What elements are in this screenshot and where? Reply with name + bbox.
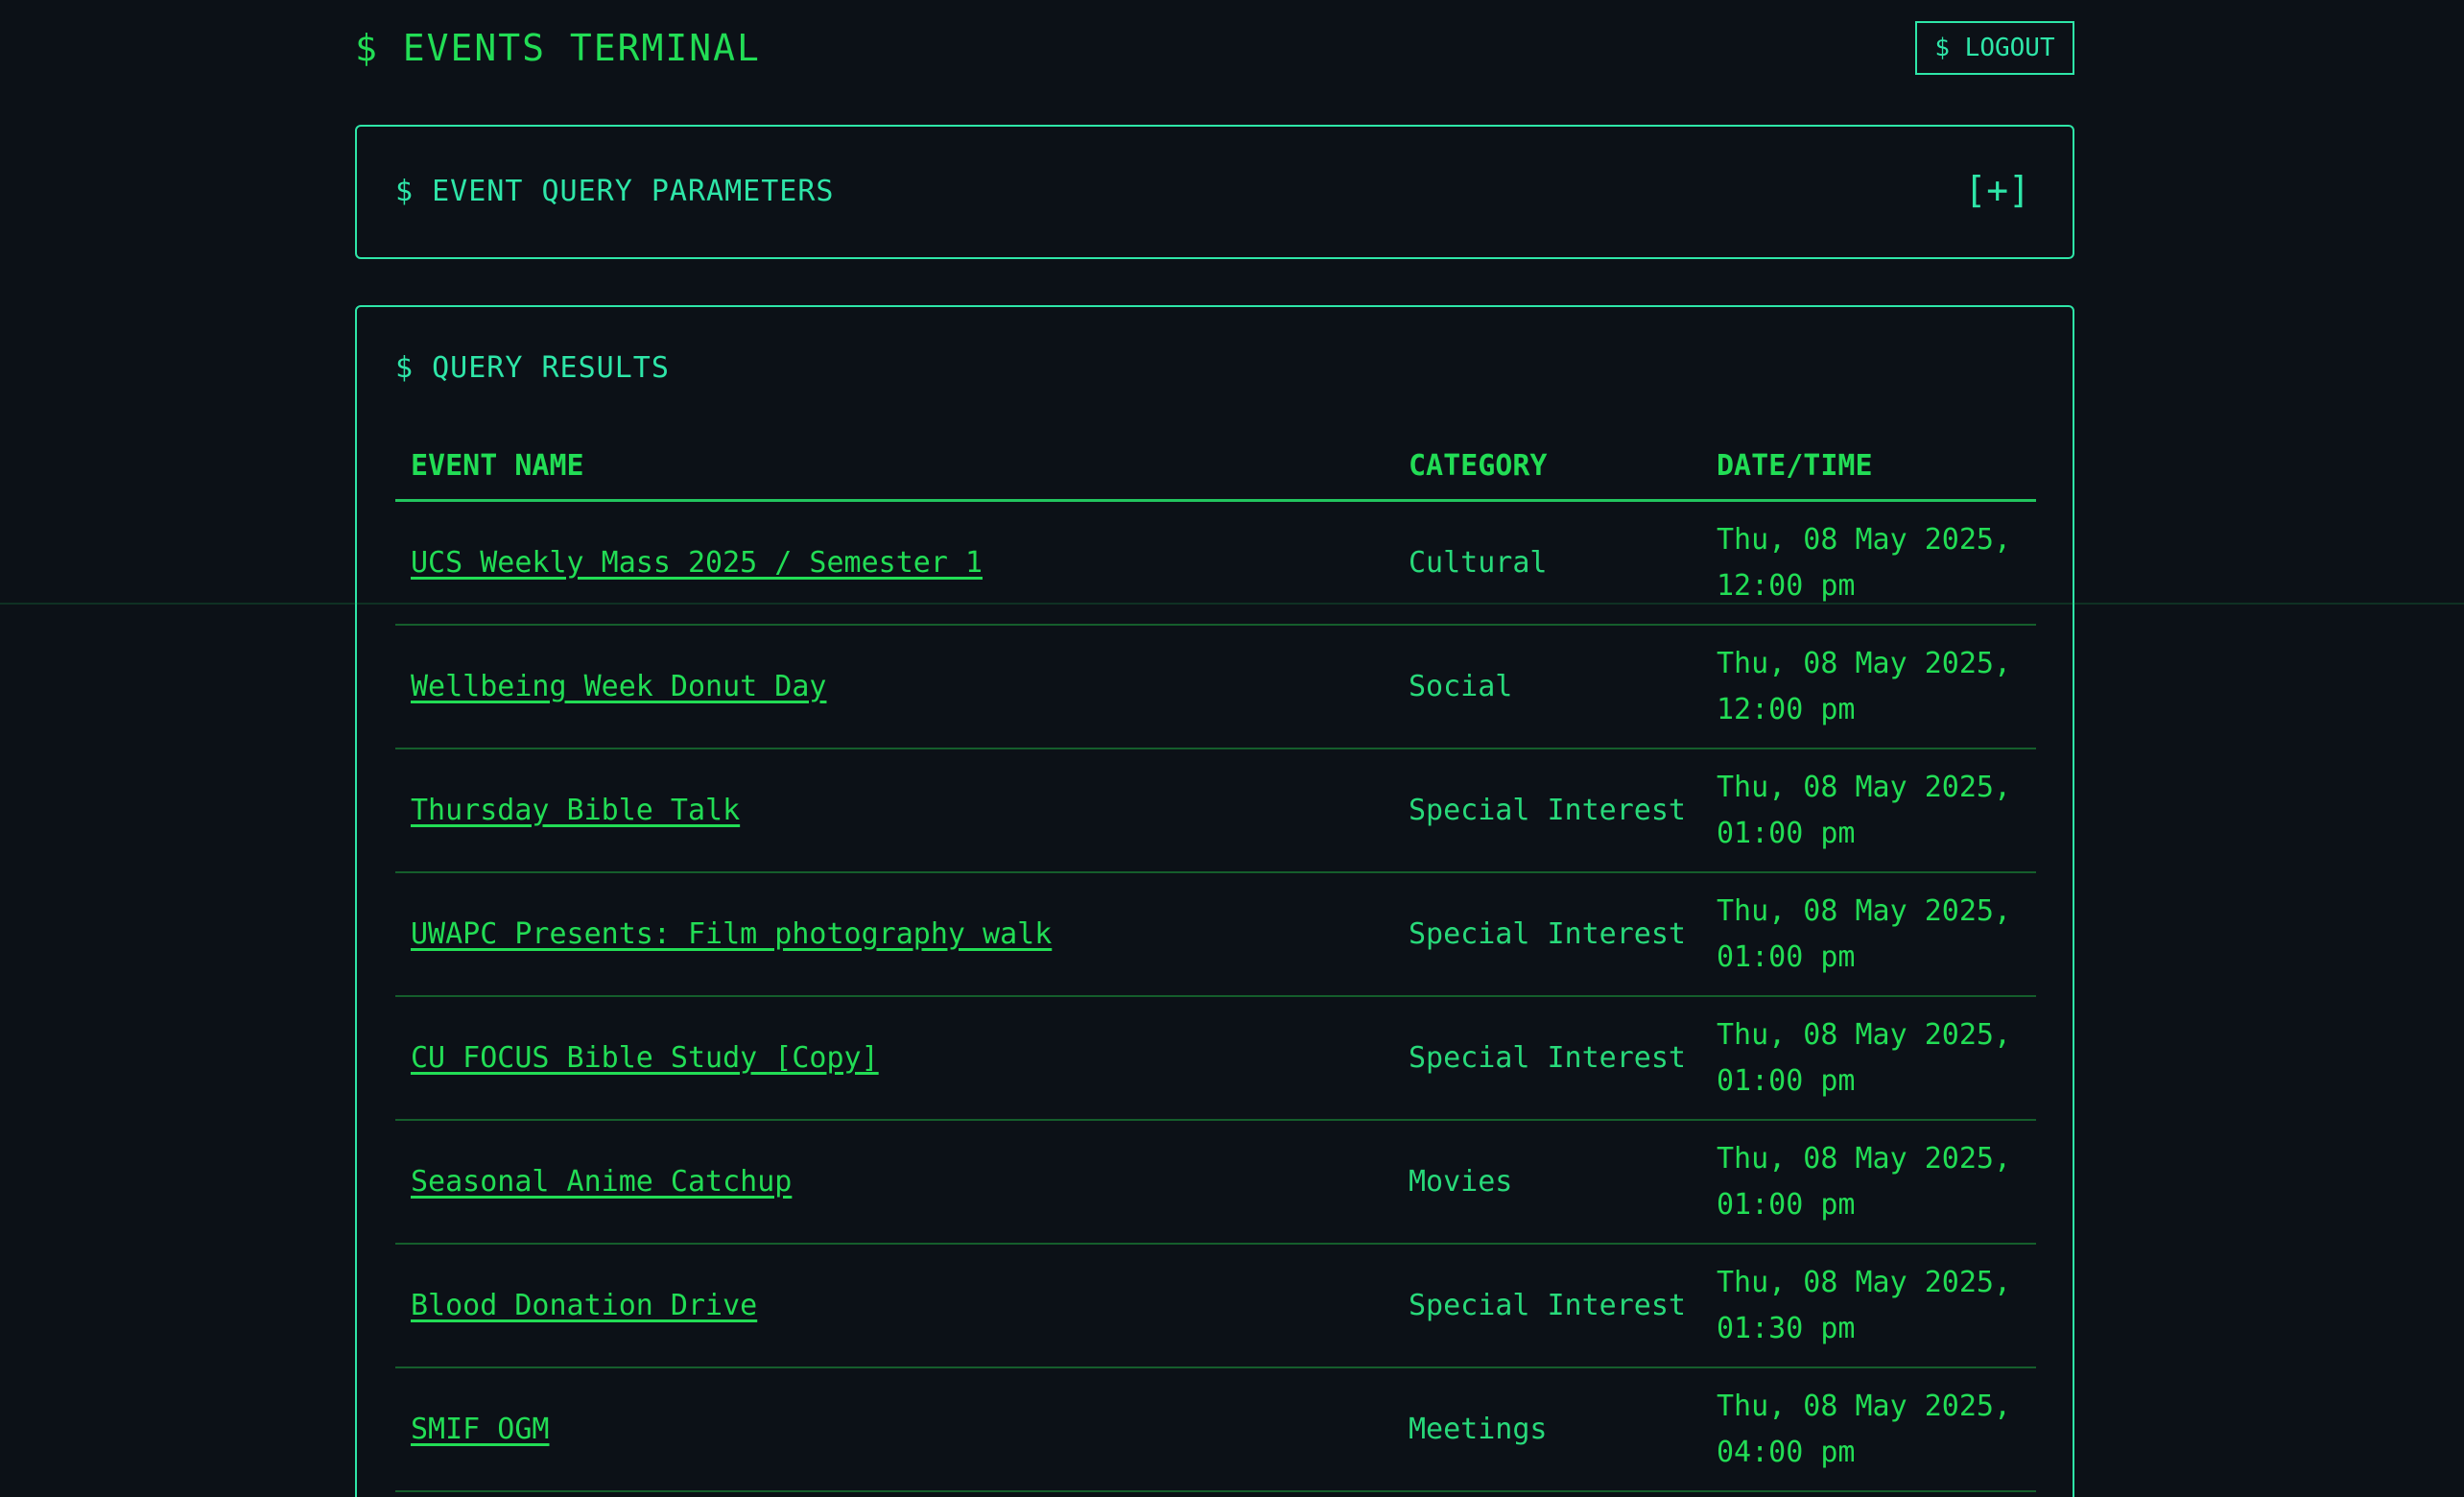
- event-name-cell: SMIF OGM: [395, 1367, 1393, 1492]
- category-cell: Movies: [1393, 1120, 1701, 1245]
- datetime-cell: Thu, 08 May 2025, 01:00 pm: [1701, 872, 2036, 997]
- event-link[interactable]: CU FOCUS Bible Study [Copy]: [411, 1041, 879, 1075]
- datetime-cell: Thu, 08 May 2025, 01:00 pm: [1701, 748, 2036, 873]
- datetime-cell: Thu, 08 May 2025, 12:00 pm: [1701, 625, 2036, 749]
- event-link[interactable]: UCS Weekly Mass 2025 / Semester 1: [411, 546, 983, 580]
- datetime-cell: Thu, 08 May 2025, 12:00 pm: [1701, 500, 2036, 626]
- datetime-cell: Thu, 08 May 2025, 04:00 pm: [1701, 1367, 2036, 1492]
- event-name-cell: Seasonal Anime Catchup: [395, 1120, 1393, 1245]
- scanline-divider: [0, 603, 2464, 605]
- page-container: $ EVENTS TERMINAL $ LOGOUT $ EVENT QUERY…: [355, 0, 2074, 1497]
- table-row: UCS Weekly Mass 2025 / Semester 1 Cultur…: [395, 500, 2036, 626]
- event-link[interactable]: Thursday Bible Talk: [411, 794, 740, 827]
- table-row: Seasonal Anime Catchup Movies Thu, 08 Ma…: [395, 1120, 2036, 1245]
- event-name-cell: CU FOCUS Bible Study [Copy]: [395, 996, 1393, 1121]
- event-link[interactable]: Blood Donation Drive: [411, 1289, 757, 1322]
- category-cell: Special Interest: [1393, 996, 1701, 1121]
- column-header-category: CATEGORY: [1393, 432, 1701, 502]
- datetime-cell: Thu, 08 May 2025, 01:00 pm: [1701, 1120, 2036, 1245]
- table-row: UWAPC Presents: Film photography walk Sp…: [395, 872, 2036, 997]
- datetime-cell: Thu, 08 May 2025, 01:30 pm: [1701, 1244, 2036, 1368]
- category-cell: Special Interest: [1393, 748, 1701, 873]
- datetime-cell: Thu, 08 May 2025, 01:00 pm: [1701, 996, 2036, 1121]
- query-parameters-panel[interactable]: $ EVENT QUERY PARAMETERS [+]: [355, 125, 2074, 259]
- table-row: Blood Donation Drive Special Interest Th…: [395, 1244, 2036, 1368]
- event-link[interactable]: Wellbeing Week Donut Day: [411, 670, 826, 703]
- app-title: $ EVENTS TERMINAL: [355, 27, 761, 69]
- event-name-cell: UWAPC Presents: Film photography walk: [395, 872, 1393, 997]
- event-name-cell: UCS Weekly Mass 2025 / Semester 1: [395, 500, 1393, 626]
- table-row: Wellbeing Week Donut Day Social Thu, 08 …: [395, 625, 2036, 749]
- event-link[interactable]: UWAPC Presents: Film photography walk: [411, 917, 1052, 951]
- column-header-datetime: DATE/TIME: [1701, 432, 2036, 502]
- category-cell: Cultural: [1393, 500, 1701, 626]
- table-row: Thursday Bible Talk Special Interest Thu…: [395, 748, 2036, 873]
- event-link[interactable]: Seasonal Anime Catchup: [411, 1165, 792, 1199]
- query-results-panel: $ QUERY RESULTS EVENT NAME CATEGORY DATE…: [355, 305, 2074, 1497]
- results-table-body: UCS Weekly Mass 2025 / Semester 1 Cultur…: [395, 500, 2036, 1492]
- expand-toggle-button[interactable]: [+]: [1964, 169, 2030, 211]
- event-link[interactable]: SMIF OGM: [411, 1413, 550, 1446]
- table-header-row: EVENT NAME CATEGORY DATE/TIME: [395, 432, 2036, 502]
- event-name-cell: Blood Donation Drive: [395, 1244, 1393, 1368]
- event-name-cell: Thursday Bible Talk: [395, 748, 1393, 873]
- category-cell: Special Interest: [1393, 872, 1701, 997]
- app-header: $ EVENTS TERMINAL $ LOGOUT: [355, 0, 2074, 100]
- table-row: CU FOCUS Bible Study [Copy] Special Inte…: [395, 996, 2036, 1121]
- category-cell: Meetings: [1393, 1367, 1701, 1492]
- query-parameters-title: $ EVENT QUERY PARAMETERS: [395, 175, 835, 208]
- table-row: SMIF OGM Meetings Thu, 08 May 2025, 04:0…: [395, 1367, 2036, 1492]
- category-cell: Social: [1393, 625, 1701, 749]
- event-name-cell: Wellbeing Week Donut Day: [395, 625, 1393, 749]
- query-results-title: $ QUERY RESULTS: [395, 351, 670, 385]
- results-table: EVENT NAME CATEGORY DATE/TIME UCS Weekly…: [395, 432, 2036, 1492]
- column-header-event-name: EVENT NAME: [395, 432, 1393, 502]
- logout-button[interactable]: $ LOGOUT: [1915, 21, 2074, 75]
- category-cell: Special Interest: [1393, 1244, 1701, 1368]
